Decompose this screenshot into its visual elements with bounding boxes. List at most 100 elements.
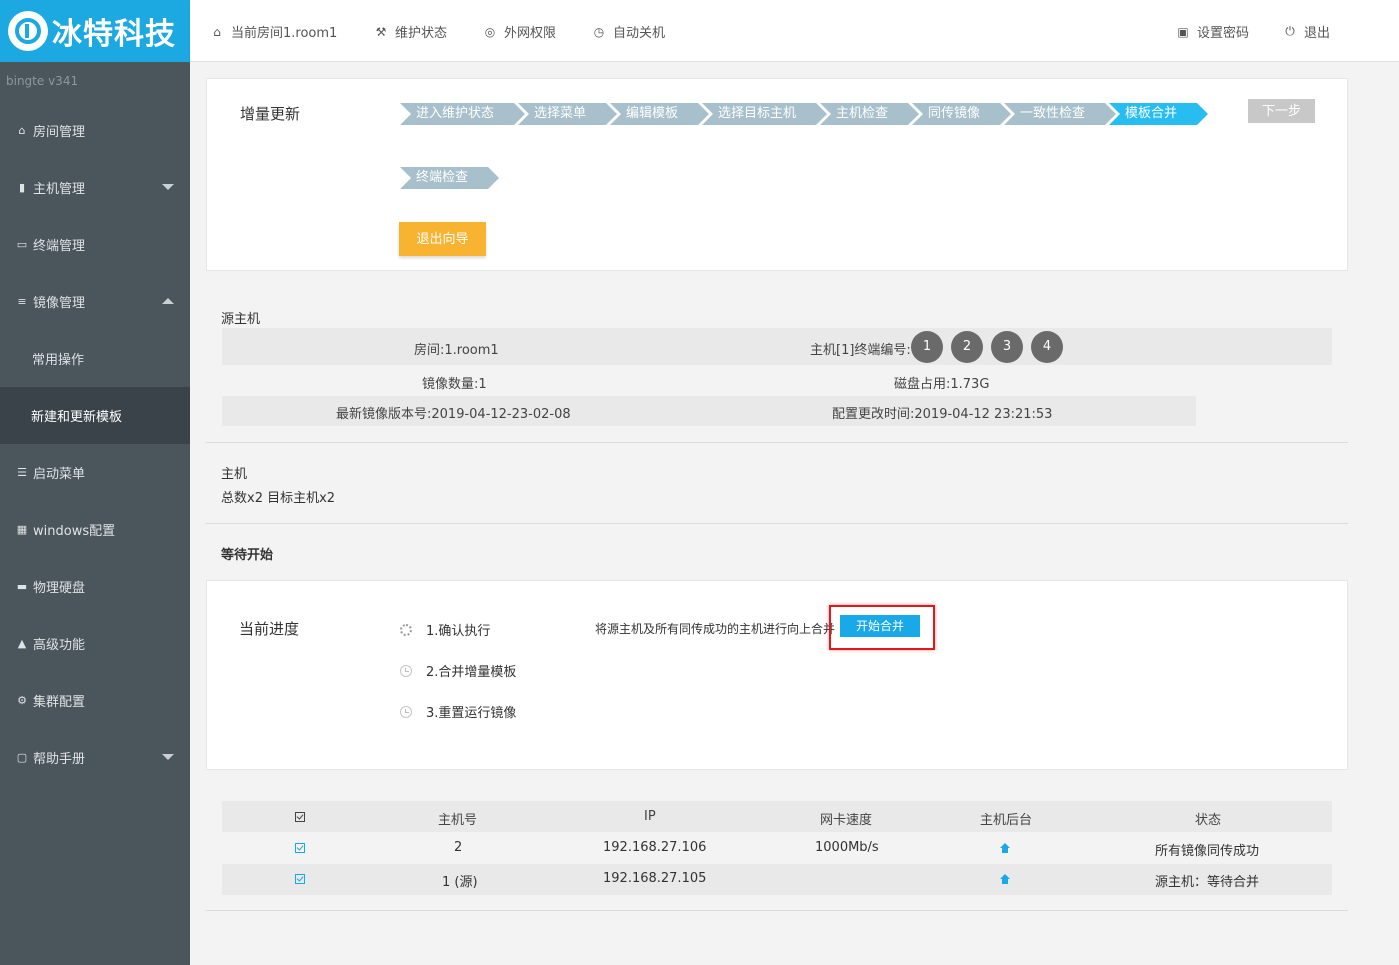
sidebar-item-template[interactable]: 新建和更新模板 <box>0 387 190 444</box>
server-icon: ▮ <box>18 180 26 194</box>
set-password-link[interactable]: ▣ 设置密码 <box>1176 22 1250 42</box>
home-icon: ⌂ <box>18 123 26 137</box>
sidebar-item-disk[interactable]: ▬ 物理硬盘 <box>0 558 190 615</box>
sidebar-item-label: 常用操作 <box>32 353 85 368</box>
caret-up-icon <box>162 298 174 304</box>
next-step-button[interactable]: 下一步 <box>1248 99 1315 123</box>
auto-shutdown-link[interactable]: ◷ 自动关机 <box>592 22 666 42</box>
exit-wizard-button[interactable]: 退出向导 <box>399 222 486 256</box>
sidebar-item-image[interactable]: ≡ 镜像管理 <box>0 273 190 330</box>
room-value: 房间:1.room1 <box>414 343 499 358</box>
sidebar-item-label: 启动菜单 <box>33 467 86 482</box>
row-checkbox[interactable] <box>295 843 305 853</box>
list-icon: ☰ <box>17 465 27 479</box>
sidebar-item-label: 镜像管理 <box>33 296 86 311</box>
terminal-badge[interactable]: 2 <box>951 331 983 363</box>
logout-link[interactable]: ⏻ 退出 <box>1283 22 1330 41</box>
warning-icon: ▲ <box>17 636 27 650</box>
divider <box>206 523 1348 524</box>
monitor-icon: ▭ <box>16 237 28 251</box>
sidebar-item-boot-menu[interactable]: ☰ 启动菜单 <box>0 444 190 501</box>
wizard-step[interactable]: 主机检查 <box>820 103 919 125</box>
host-status: 源主机：等待合并 <box>1155 875 1260 890</box>
sidebar-item-host[interactable]: ▮ 主机管理 <box>0 159 190 216</box>
sidebar-item-windows[interactable]: ▦ windows配置 <box>0 501 190 558</box>
sidebar-item-help[interactable]: ▢ 帮助手册 <box>0 729 190 786</box>
progress-step-label: 2.合并增量模板 <box>426 665 517 680</box>
home-icon: ⌂ <box>213 24 221 39</box>
host-number: 2 <box>454 840 463 855</box>
host-console-icon[interactable] <box>1000 843 1010 853</box>
power-icon: ⏻ <box>1285 24 1295 38</box>
set-password-label: 设置密码 <box>1197 26 1250 41</box>
divider <box>206 442 1348 443</box>
sidebar-item-label: 高级功能 <box>33 638 86 653</box>
column-header: 网卡速度 <box>820 813 873 828</box>
progress-step-label: 1.确认执行 <box>426 624 491 639</box>
sidebar: 冰特科技 bingte v341 ⌂ 房间管理 ▮ 主机管理 ▭ 终端管理 ≡ … <box>0 0 190 965</box>
terminal-label: 主机[1]终端编号: <box>810 343 911 358</box>
sidebar-item-label: 物理硬盘 <box>33 581 86 596</box>
terminal-badge[interactable]: 1 <box>911 331 943 363</box>
progress-title: 当前进度 <box>239 620 300 638</box>
brand-name: 冰特科技 <box>52 17 176 52</box>
sidebar-item-label: 帮助手册 <box>33 752 86 767</box>
wizard-step[interactable]: 终端检查 <box>400 167 499 189</box>
wizard-panel: 增量更新 进入维护状态 选择菜单 编辑模板 选择目标主机 主机检查 同传镜像 一… <box>206 78 1348 271</box>
host-number: 1 (源) <box>442 875 478 890</box>
sidebar-item-common-ops[interactable]: 常用操作 <box>0 330 190 387</box>
auto-shutdown-label: 自动关机 <box>613 26 666 41</box>
column-header: IP <box>644 809 656 824</box>
table-header-row <box>222 801 1332 832</box>
clock-icon: ◷ <box>593 24 605 39</box>
maintenance-label: 维护状态 <box>395 26 448 41</box>
host-console-icon[interactable] <box>1000 874 1010 884</box>
hdd-icon: ▬ <box>16 579 28 593</box>
wizard-step[interactable]: 选择菜单 <box>518 103 617 125</box>
wizard-step[interactable]: 编辑模板 <box>610 103 709 125</box>
sidebar-item-label: 主机管理 <box>33 182 86 197</box>
wizard-step[interactable]: 进入维护状态 <box>400 103 525 125</box>
spinner-icon <box>400 623 412 636</box>
sidebar-item-label: 终端管理 <box>33 239 86 254</box>
book-icon: ▢ <box>16 750 28 764</box>
progress-step: 3.重置运行镜像 <box>400 702 516 721</box>
host-status: 所有镜像同传成功 <box>1155 844 1260 859</box>
image-count-value: 镜像数量:1 <box>422 377 487 392</box>
sidebar-item-label: 集群配置 <box>33 695 86 710</box>
nic-speed: 1000Mb/s <box>815 840 879 855</box>
internet-link[interactable]: ◎ 外网权限 <box>483 22 556 42</box>
terminal-badge[interactable]: 3 <box>991 331 1023 363</box>
wizard-step[interactable]: 选择目标主机 <box>702 103 827 125</box>
wizard-step-active[interactable]: 模板合并 <box>1109 103 1208 125</box>
logout-label: 退出 <box>1304 26 1331 41</box>
row-checkbox[interactable] <box>295 874 305 884</box>
wizard-step[interactable]: 一致性检查 <box>1004 103 1116 125</box>
progress-panel: 当前进度 1.确认执行 2.合并增量模板 3.重置运行镜像 将源主机及所有同传成… <box>206 580 1348 770</box>
logo-icon <box>8 11 48 51</box>
gear-icon: ⚙ <box>17 693 27 707</box>
host-ip: 192.168.27.105 <box>603 871 707 886</box>
wizard-step[interactable]: 同传镜像 <box>912 103 1011 125</box>
source-host-heading: 源主机 <box>221 312 261 327</box>
progress-step: 1.确认执行 <box>400 620 490 639</box>
maintenance-link[interactable]: ⚒ 维护状态 <box>374 22 448 42</box>
sidebar-item-advanced[interactable]: ▲ 高级功能 <box>0 615 190 672</box>
wizard-title: 增量更新 <box>240 105 301 123</box>
brand-logo[interactable]: 冰特科技 <box>0 0 190 62</box>
waiting-status: 等待开始 <box>221 548 274 563</box>
disk-usage-value: 磁盘占用:1.73G <box>894 377 990 392</box>
current-room-link[interactable]: ⌂ 当前房间1.room1 <box>210 22 338 42</box>
terminal-badge[interactable]: 4 <box>1031 331 1063 363</box>
current-room-label: 当前房间1.room1 <box>231 26 338 41</box>
globe-icon: ◎ <box>484 24 496 39</box>
select-all-checkbox[interactable] <box>295 812 305 822</box>
sidebar-item-cluster[interactable]: ⚙ 集群配置 <box>0 672 190 729</box>
source-host-row <box>222 328 1332 365</box>
sidebar-item-terminal[interactable]: ▭ 终端管理 <box>0 216 190 273</box>
progress-step-label: 3.重置运行镜像 <box>426 706 517 721</box>
lock-icon: ▣ <box>1177 24 1189 39</box>
sidebar-item-label: 新建和更新模板 <box>31 410 123 425</box>
sidebar-item-room[interactable]: ⌂ 房间管理 <box>0 102 190 159</box>
database-icon: ≡ <box>17 294 27 308</box>
